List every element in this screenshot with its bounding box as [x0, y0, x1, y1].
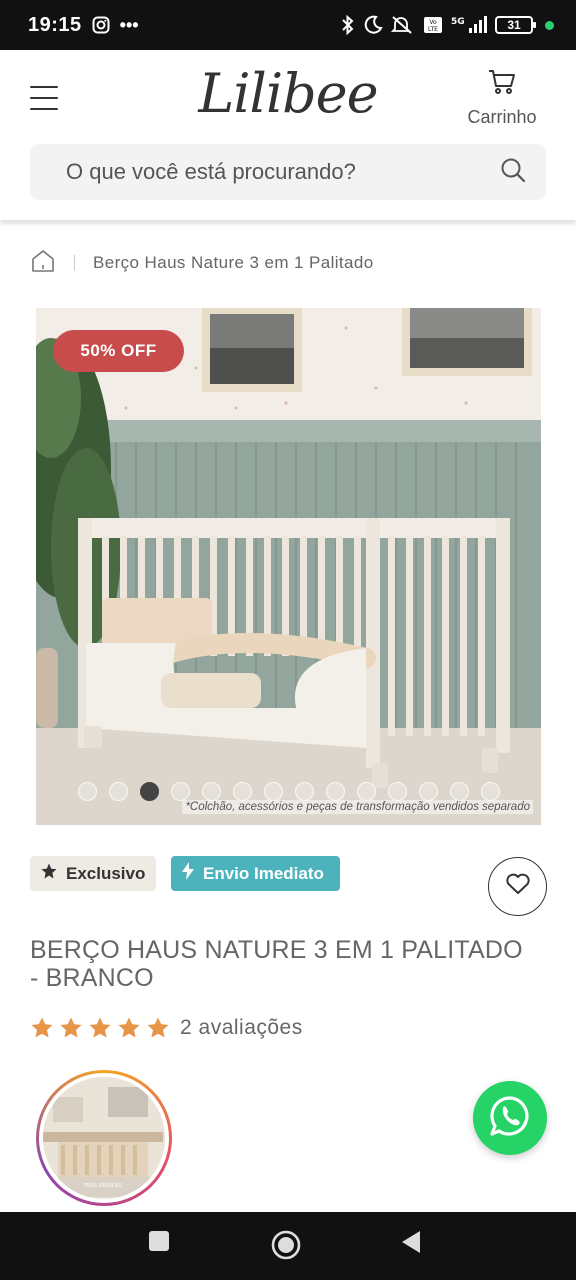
- instagram-icon: [92, 16, 110, 34]
- discount-badge: 50% OFF: [53, 330, 184, 372]
- rating-stars: [30, 1016, 170, 1040]
- signal-5g-icon: 5G: [451, 15, 487, 35]
- star-icon: [60, 1017, 82, 1038]
- system-nav-bar: [0, 1212, 576, 1280]
- carousel-dot[interactable]: [295, 782, 314, 801]
- carousel-dots: [78, 782, 500, 801]
- cart-button[interactable]: Carrinho: [466, 68, 538, 128]
- more-icon: •••: [119, 14, 139, 35]
- carousel-dot[interactable]: [140, 782, 159, 801]
- home-icon[interactable]: [30, 248, 56, 279]
- story-bubble[interactable]: TRÊS VERSÕES: [36, 1070, 172, 1206]
- site-header: Lilibee Carrinho: [0, 50, 576, 220]
- image-disclaimer: *Colchão, acessórios e peças de transfor…: [182, 800, 533, 814]
- star-icon: [118, 1017, 140, 1038]
- battery-level: 31: [507, 18, 521, 32]
- search-icon[interactable]: [500, 157, 526, 188]
- breadcrumb: Berço Haus Nature 3 em 1 Palitado: [30, 248, 374, 278]
- carousel-dot[interactable]: [357, 782, 376, 801]
- story-caption: TRÊS VERSÕES: [83, 1181, 122, 1189]
- recents-button[interactable]: [148, 1230, 170, 1257]
- bluetooth-icon: [341, 15, 355, 35]
- favorite-button[interactable]: [488, 857, 547, 916]
- carousel-dot[interactable]: [419, 782, 438, 801]
- shipping-label: Envio Imediato: [203, 863, 324, 883]
- svg-text:Vo: Vo: [429, 19, 437, 26]
- product-photo: [36, 308, 541, 825]
- star-icon: [31, 1017, 53, 1038]
- review-count[interactable]: 2 avaliações: [180, 1016, 303, 1040]
- carousel-dot[interactable]: [450, 782, 469, 801]
- lightning-icon: [181, 862, 195, 885]
- svg-text:5G: 5G: [451, 17, 465, 27]
- star-icon: [89, 1017, 111, 1038]
- shipping-tag: Envio Imediato: [171, 856, 340, 891]
- breadcrumb-current: Berço Haus Nature 3 em 1 Palitado: [93, 253, 374, 272]
- product-rating[interactable]: 2 avaliações: [30, 1016, 303, 1040]
- exclusive-label: Exclusivo: [66, 863, 146, 883]
- heart-icon: [505, 872, 531, 901]
- product-image-carousel[interactable]: 50% OFF *Colchão, acessórios e peças de …: [36, 308, 541, 825]
- carousel-dot[interactable]: [233, 782, 252, 801]
- carousel-dot[interactable]: [202, 782, 221, 801]
- whatsapp-icon: [487, 1093, 533, 1144]
- story-thumbnail: TRÊS VERSÕES: [43, 1077, 165, 1199]
- exclusive-tag: Exclusivo: [30, 856, 156, 891]
- product-title: BERÇO HAUS NATURE 3 EM 1 PALITADO - BRAN…: [30, 936, 523, 992]
- status-time: 19:15: [28, 13, 82, 36]
- whatsapp-button[interactable]: [473, 1081, 547, 1155]
- search-input[interactable]: [66, 159, 500, 185]
- star-icon: [40, 862, 58, 885]
- volte-icon: Vo LTE: [423, 16, 443, 34]
- carousel-dot[interactable]: [109, 782, 128, 801]
- carousel-dot[interactable]: [326, 782, 345, 801]
- carousel-dot[interactable]: [78, 782, 97, 801]
- search-bar: [30, 144, 546, 200]
- cart-icon: [487, 70, 517, 100]
- home-button[interactable]: [270, 1229, 302, 1266]
- battery-icon: 31: [495, 16, 536, 34]
- status-bar: 19:15 ••• Vo LTE 5G 31: [0, 0, 576, 50]
- breadcrumb-separator: [74, 255, 75, 271]
- carousel-dot[interactable]: [388, 782, 407, 801]
- back-button[interactable]: [400, 1230, 422, 1259]
- moon-icon: [363, 15, 383, 35]
- cart-label: Carrinho: [467, 107, 537, 127]
- carousel-dot[interactable]: [481, 782, 500, 801]
- mute-icon: [391, 15, 415, 35]
- carousel-dot[interactable]: [171, 782, 190, 801]
- star-icon: [147, 1017, 169, 1038]
- svg-text:LTE: LTE: [428, 26, 438, 33]
- carousel-dot[interactable]: [264, 782, 283, 801]
- status-dot: [545, 20, 554, 30]
